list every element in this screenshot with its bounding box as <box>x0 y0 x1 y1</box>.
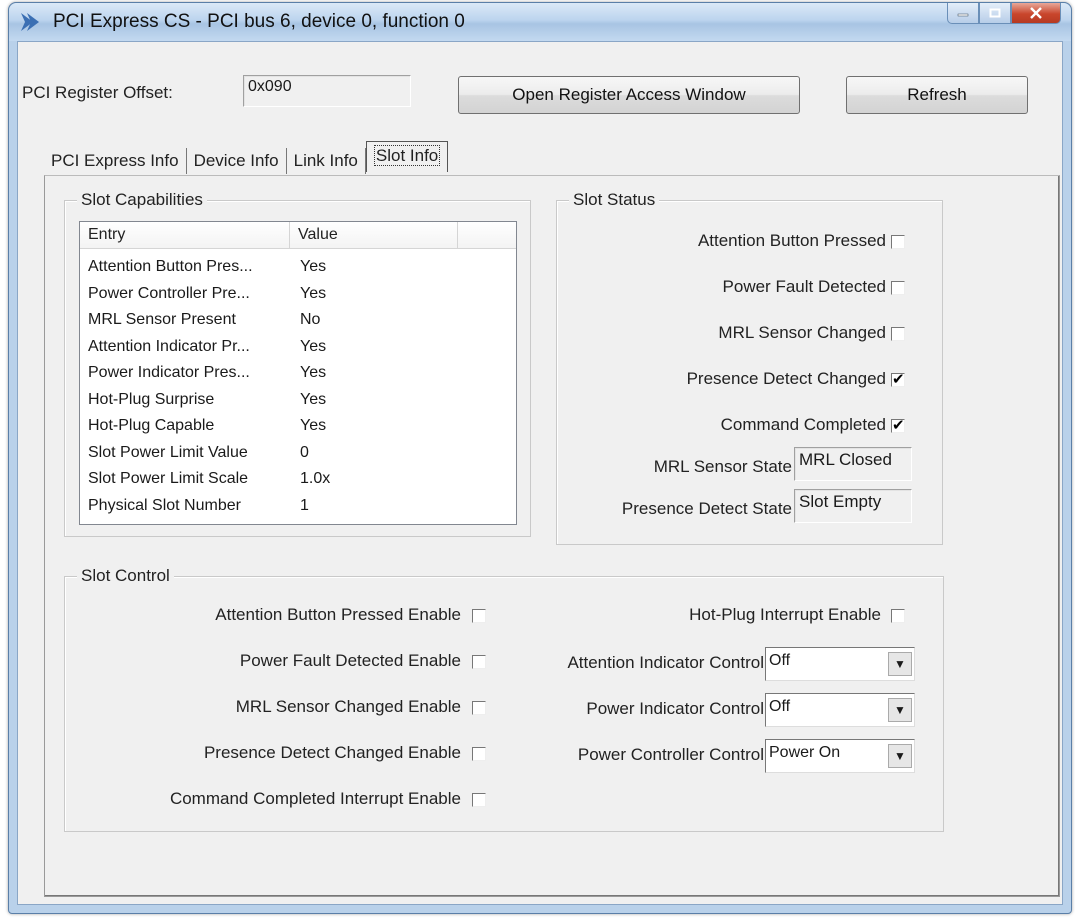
list-item-value: 1.0x <box>300 470 331 487</box>
list-item-value: Yes <box>300 284 327 302</box>
maximize-button[interactable] <box>979 3 1011 24</box>
mrl-sensor-state-field: MRL Closed <box>794 447 912 481</box>
status-checkbox[interactable] <box>891 416 905 434</box>
control-checkbox[interactable] <box>472 701 486 715</box>
list-item[interactable]: Physical Slot Number 1 <box>88 493 309 519</box>
chevron-down-icon[interactable]: ▼ <box>888 652 912 676</box>
register-offset-label: PCI Register Offset: <box>22 83 173 102</box>
control-check-label: MRL Sensor Changed Enable <box>235 697 461 716</box>
dropdown-select[interactable]: Off ▼ <box>765 647 915 681</box>
hot-plug-interrupt-enable-label: Hot-Plug Interrupt Enable <box>689 605 881 624</box>
list-item-entry: MRL Sensor Present <box>88 311 236 328</box>
chevron-down-icon[interactable]: ▼ <box>888 744 912 768</box>
combo-label: Attention Indicator Control <box>567 653 764 672</box>
tab-strip: PCI Express Info Device Info Link Info S… <box>44 140 449 174</box>
list-item-value: Yes <box>300 337 327 355</box>
caption-buttons <box>947 3 1061 25</box>
status-check-label: Presence Detect Changed <box>686 369 886 388</box>
status-checkbox[interactable] <box>891 281 905 295</box>
status-check-label: MRL Sensor Changed <box>718 323 886 342</box>
slot-capabilities-list[interactable]: Entry Value Attention Button Pres... Yes P… <box>79 221 517 525</box>
slot-status-title: Slot Status <box>569 190 660 210</box>
dropdown-select[interactable]: Off ▼ <box>765 693 915 727</box>
mrl-sensor-state-label: MRL Sensor State <box>653 457 792 476</box>
list-item-value: Yes <box>300 417 327 434</box>
list-item-entry: Hot-Plug Capable <box>88 417 215 434</box>
list-item-value: Yes <box>300 364 327 381</box>
list-item[interactable]: Power Indicator Pres... Yes <box>88 360 326 386</box>
title-bar[interactable]: PCI Express CS - PCI bus 6, device 0, fu… <box>9 3 1071 41</box>
control-check-label: Command Completed Interrupt Enable <box>169 789 461 808</box>
list-header: Entry Value <box>80 222 516 249</box>
presence-detect-state-field: Slot Empty <box>794 489 912 523</box>
minimize-icon <box>957 13 969 17</box>
status-checkbox[interactable] <box>891 235 905 249</box>
dropdown-value: Off <box>769 652 791 669</box>
dropdown-value: Power On <box>769 744 841 761</box>
maximize-icon <box>989 8 1001 18</box>
list-item-value: No <box>300 311 321 328</box>
control-check-label: Presence Detect Changed Enable <box>203 743 461 762</box>
combo-label: Power Controller Control <box>577 745 764 764</box>
close-button[interactable] <box>1011 3 1061 24</box>
register-offset-field[interactable]: 0x090 <box>243 75 411 107</box>
close-icon <box>1030 7 1042 19</box>
list-item-value: 0 <box>300 443 309 461</box>
list-item[interactable]: Slot Power Limit Value 0 <box>88 440 309 466</box>
open-register-access-button[interactable]: Open Register Access Window <box>458 76 800 114</box>
tab-link-info[interactable]: Link Info <box>287 148 366 174</box>
list-item-entry: Power Indicator Pres... <box>88 364 250 381</box>
minimize-button[interactable] <box>947 3 979 24</box>
list-item-entry: Slot Power Limit Scale <box>88 470 249 487</box>
tab-slot-info-label: Slot Info <box>373 145 441 166</box>
list-item-entry: Attention Button Pres... <box>88 258 253 275</box>
status-check-label: Power Fault Detected <box>722 277 886 296</box>
control-checkbox[interactable] <box>472 609 486 623</box>
status-checkbox[interactable] <box>891 370 905 388</box>
column-header-empty <box>458 222 516 248</box>
slot-capabilities-group: Slot Capabilities Entry Value Attention … <box>64 190 531 537</box>
status-checkbox[interactable] <box>891 327 905 341</box>
list-item[interactable]: Hot-Plug Surprise Yes <box>88 387 326 413</box>
list-item[interactable]: MRL Sensor Present No <box>88 307 320 333</box>
column-header-value[interactable]: Value <box>290 222 458 248</box>
list-item[interactable]: Attention Button Pres... Yes <box>88 254 326 280</box>
control-checkbox[interactable] <box>472 747 486 761</box>
list-item-entry: Physical Slot Number <box>88 496 241 514</box>
dropdown-select[interactable]: Power On ▼ <box>765 739 915 773</box>
control-checkbox[interactable] <box>472 655 486 669</box>
list-item[interactable]: Hot-Plug Capable Yes <box>88 413 326 439</box>
combo-label: Power Indicator Control <box>586 699 764 718</box>
column-header-entry[interactable]: Entry <box>80 222 290 248</box>
tab-pci-express-info[interactable]: PCI Express Info <box>44 148 187 174</box>
refresh-button[interactable]: Refresh <box>846 76 1028 114</box>
status-check-label: Attention Button Pressed <box>697 231 886 250</box>
list-item-entry: Power Controller Pre... <box>88 284 250 302</box>
list-item-entry: Slot Power Limit Value <box>88 443 248 461</box>
hot-plug-interrupt-enable-checkbox[interactable] <box>891 609 905 623</box>
list-item[interactable]: Slot Power Limit Scale 1.0x <box>88 466 330 492</box>
presence-detect-state-label: Presence Detect State <box>621 499 792 518</box>
tab-slot-info[interactable]: Slot Info <box>365 141 449 172</box>
status-check-label: Command Completed <box>720 415 886 434</box>
control-checkbox[interactable] <box>472 793 486 807</box>
list-item-value: Yes <box>300 390 327 408</box>
control-check-label: Attention Button Pressed Enable <box>215 605 461 624</box>
list-item[interactable]: Attention Indicator Pr... Yes <box>88 334 326 360</box>
list-item-entry: Attention Indicator Pr... <box>88 337 250 355</box>
slot-status-group: Slot Status Attention Button Pressed Powe… <box>556 190 943 545</box>
chevron-down-icon[interactable]: ▼ <box>888 698 912 722</box>
tab-device-info[interactable]: Device Info <box>187 148 287 174</box>
slot-capabilities-title: Slot Capabilities <box>77 190 207 210</box>
chevron-arrow-icon <box>21 13 39 31</box>
list-item-value: Yes <box>300 258 327 275</box>
list-item[interactable]: Power Controller Pre... Yes <box>88 281 326 307</box>
window-title: PCI Express CS - PCI bus 6, device 0, fu… <box>53 11 465 32</box>
slot-control-group: Slot Control Attention Button Pressed En… <box>64 566 944 832</box>
dropdown-value: Off <box>769 698 791 715</box>
slot-control-title: Slot Control <box>77 566 174 586</box>
list-item-entry: Hot-Plug Surprise <box>88 390 215 408</box>
control-check-label: Power Fault Detected Enable <box>239 651 461 670</box>
list-item-value: 1 <box>300 496 309 514</box>
